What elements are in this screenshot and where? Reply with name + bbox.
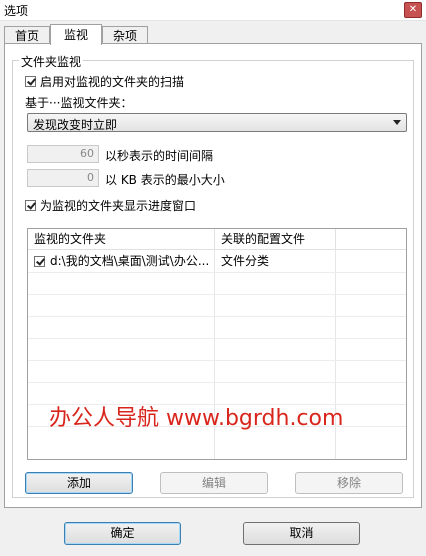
window-title: 选项 xyxy=(4,4,29,18)
based-on-label: 基于···监视文件夹： xyxy=(25,96,133,110)
chevron-down-icon xyxy=(393,120,401,125)
column-header-profile[interactable]: 关联的配置文件 xyxy=(215,229,336,249)
show-progress-label: 为监视的文件夹显示进度窗口 xyxy=(40,199,197,213)
options-dialog: 选项 ✕ 首页 监视 杂项 文件夹监视 启用对监视的文件夹的扫描 基于···监视… xyxy=(0,0,426,556)
show-progress-checkbox[interactable] xyxy=(25,200,36,211)
add-button[interactable]: 添加 xyxy=(25,472,133,494)
table-row[interactable]: d:\我的文档\桌面\测试\办公... 文件分类 xyxy=(28,250,406,272)
tab-panel-monitor: 文件夹监视 启用对监视的文件夹的扫描 基于···监视文件夹： 发现改变时立即 6… xyxy=(4,43,422,508)
monitor-mode-value: 发现改变时立即 xyxy=(33,118,118,132)
tab-strip: 首页 监视 杂项 xyxy=(4,24,422,45)
min-size-input[interactable]: 0 xyxy=(27,169,99,187)
list-header: 监视的文件夹 关联的配置文件 xyxy=(28,229,406,250)
show-progress-checkbox-row[interactable]: 为监视的文件夹显示进度窗口 xyxy=(25,197,196,214)
remove-button[interactable]: 移除 xyxy=(295,472,403,494)
grid-line xyxy=(28,272,406,273)
edit-button[interactable]: 编辑 xyxy=(160,472,268,494)
grid-line xyxy=(28,382,406,383)
tab-home[interactable]: 首页 xyxy=(4,26,50,44)
row-profile: 文件分类 xyxy=(221,254,270,268)
grid-line xyxy=(28,360,406,361)
enable-scan-label: 启用对监视的文件夹的扫描 xyxy=(40,75,185,89)
enable-scan-checkbox-row[interactable]: 启用对监视的文件夹的扫描 xyxy=(25,73,184,90)
monitor-mode-select[interactable]: 发现改变时立即 xyxy=(27,113,407,132)
grid-line xyxy=(28,294,406,295)
tab-monitor[interactable]: 监视 xyxy=(50,24,102,45)
row-checkbox[interactable] xyxy=(34,256,45,267)
tab-misc[interactable]: 杂项 xyxy=(102,26,148,44)
group-title: 文件夹监视 xyxy=(19,53,84,70)
title-bar: 选项 ✕ xyxy=(0,0,426,21)
row-folder-path: d:\我的文档\桌面\测试\办公... xyxy=(50,254,210,268)
interval-input[interactable]: 60 xyxy=(27,145,99,163)
grid-line xyxy=(28,316,406,317)
ok-button[interactable]: 确定 xyxy=(64,522,181,545)
cancel-button[interactable]: 取消 xyxy=(243,522,360,545)
min-size-label: 以 KB 表示的最小大小 xyxy=(105,173,225,187)
interval-label: 以秒表示的时间间隔 xyxy=(105,149,214,163)
watermark: 办公人导航 www.bgrdh.com xyxy=(49,406,344,431)
enable-scan-checkbox[interactable] xyxy=(25,76,36,87)
grid-line xyxy=(28,338,406,339)
column-header-folder[interactable]: 监视的文件夹 xyxy=(28,229,215,249)
close-button[interactable]: ✕ xyxy=(404,2,422,18)
close-icon: ✕ xyxy=(408,4,418,15)
